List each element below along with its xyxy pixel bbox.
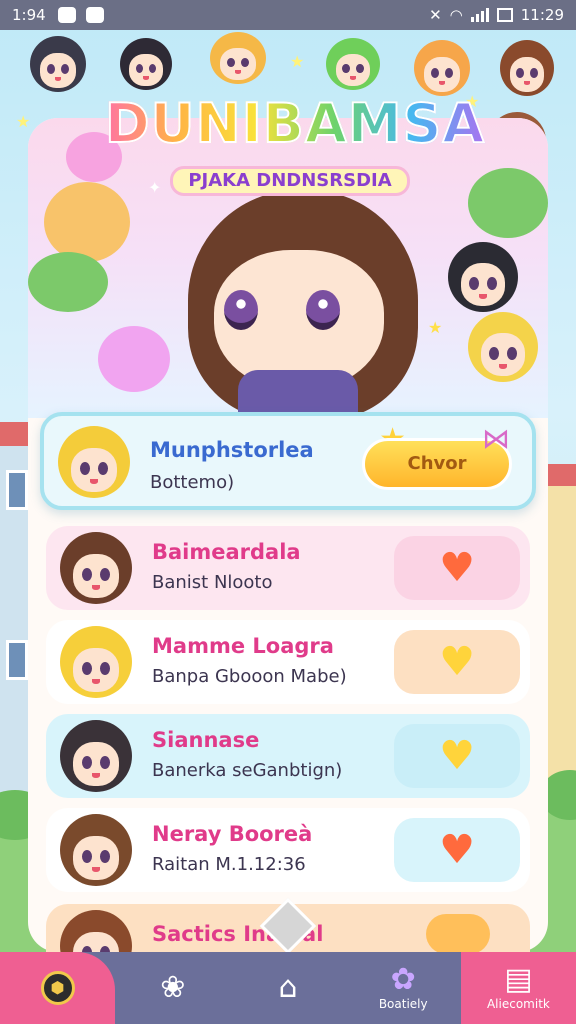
character-head bbox=[210, 32, 266, 84]
paw-icon: ❀ bbox=[160, 970, 186, 1005]
nav-item-pets[interactable]: ❀ bbox=[115, 952, 230, 1024]
heart-icon: ♥ bbox=[439, 545, 475, 591]
list-item-subtitle: Banist Nlooto bbox=[152, 572, 273, 593]
nav-item-toys[interactable]: ✿ Boatiely bbox=[346, 952, 461, 1024]
character-head bbox=[468, 312, 538, 382]
heart-icon: ♥ bbox=[439, 639, 475, 685]
house-window bbox=[6, 640, 28, 680]
list-item-name: Siannase bbox=[152, 728, 260, 752]
character-head bbox=[326, 38, 380, 90]
star-decoration: ✦ bbox=[148, 178, 162, 197]
home-icon: ⌂ bbox=[278, 970, 298, 1005]
avatar bbox=[58, 426, 130, 498]
bow-icon: ⋈ bbox=[482, 422, 510, 455]
list-item-name: Neray Booreà bbox=[152, 822, 313, 846]
list-item[interactable]: Siannase Banerka seGanbtign) ♥ bbox=[46, 714, 530, 798]
character-head bbox=[120, 38, 172, 90]
tree-foliage bbox=[28, 252, 108, 312]
nav-item-profile[interactable]: ⬢ bbox=[0, 952, 116, 1024]
heart-icon: ♥ bbox=[439, 827, 475, 873]
list-item-subtitle: Raitan M.1.12:36 bbox=[152, 854, 306, 875]
nav-item-book[interactable]: ▤ Aliecomitk bbox=[460, 952, 576, 1024]
battery-icon bbox=[496, 8, 513, 22]
house-window bbox=[6, 470, 28, 510]
favorite-button[interactable]: ♥ bbox=[394, 724, 520, 788]
signal-icon bbox=[470, 8, 489, 22]
nav-item-home[interactable]: ⌂ bbox=[230, 952, 345, 1024]
list-item-subtitle: Banpa Gbooon Mabe) bbox=[152, 666, 347, 687]
favorite-button[interactable]: ♥ bbox=[394, 630, 520, 694]
avatar bbox=[60, 626, 132, 698]
nav-label: Boatiely bbox=[378, 997, 428, 1011]
purple-creature bbox=[98, 326, 170, 392]
favorite-button[interactable]: ♥ bbox=[394, 536, 520, 600]
avatar bbox=[60, 720, 132, 792]
star-decoration: ★ bbox=[428, 318, 443, 337]
character-head bbox=[500, 40, 554, 96]
app-notification-icon bbox=[85, 7, 104, 23]
star-decoration: ★ bbox=[290, 52, 305, 71]
status-time: 1:94 bbox=[12, 6, 46, 24]
book-icon: ▤ bbox=[504, 962, 533, 997]
avatar bbox=[60, 814, 132, 886]
background-house-right bbox=[540, 464, 576, 810]
list-item-name: Baimeardala bbox=[152, 540, 301, 564]
tree-foliage bbox=[468, 168, 548, 238]
list-item-subtitle: Banerka seGanbtign) bbox=[152, 760, 343, 781]
list-item[interactable]: Neray Booreà Raitan M.1.12:36 ♥ bbox=[46, 808, 530, 892]
list-item-name: Munphstorlea bbox=[150, 438, 314, 462]
list-item[interactable]: Mamme Loagra Banpa Gbooon Mabe) ♥ bbox=[46, 620, 530, 704]
status-bar: 1:94 ✕ ◠ 11:29 bbox=[0, 0, 576, 30]
main-character-eye bbox=[224, 290, 258, 330]
list-item-subtitle: Bottemo) bbox=[150, 472, 235, 493]
character-head bbox=[414, 40, 470, 96]
bear-creature bbox=[44, 182, 130, 262]
wifi-icon: ◠ bbox=[449, 6, 463, 24]
action-button[interactable] bbox=[426, 914, 490, 952]
status-clock: 11:29 bbox=[520, 6, 564, 24]
avatar bbox=[60, 910, 132, 952]
app-subtitle: PJAKA DNDNSRSDIA bbox=[170, 166, 410, 196]
main-character-eye bbox=[306, 290, 340, 330]
list-item[interactable]: Baimeardala Banist Nlooto ♥ bbox=[46, 526, 530, 610]
heart-icon: ♥ bbox=[439, 733, 475, 779]
badge-icon: ⬢ bbox=[40, 971, 75, 1005]
bottom-nav: ⬢ ❀ ⌂ ✿ Boatiely ▤ Aliecomitk bbox=[0, 952, 576, 1024]
app-title: DUNIBAMSA bbox=[100, 91, 490, 156]
list-item-featured[interactable]: Munphstorlea Bottemo) ★ Chvor ⋈ bbox=[40, 412, 536, 510]
mute-icon: ✕ bbox=[429, 6, 442, 24]
favorite-button[interactable]: ♥ bbox=[394, 818, 520, 882]
character-head bbox=[30, 36, 86, 92]
avatar bbox=[60, 532, 132, 604]
character-head bbox=[448, 242, 518, 312]
list-item-name: Mamme Loagra bbox=[152, 634, 334, 658]
notification-icon bbox=[57, 7, 76, 23]
toy-icon: ✿ bbox=[390, 962, 416, 997]
nav-label: Aliecomitk bbox=[486, 997, 550, 1011]
